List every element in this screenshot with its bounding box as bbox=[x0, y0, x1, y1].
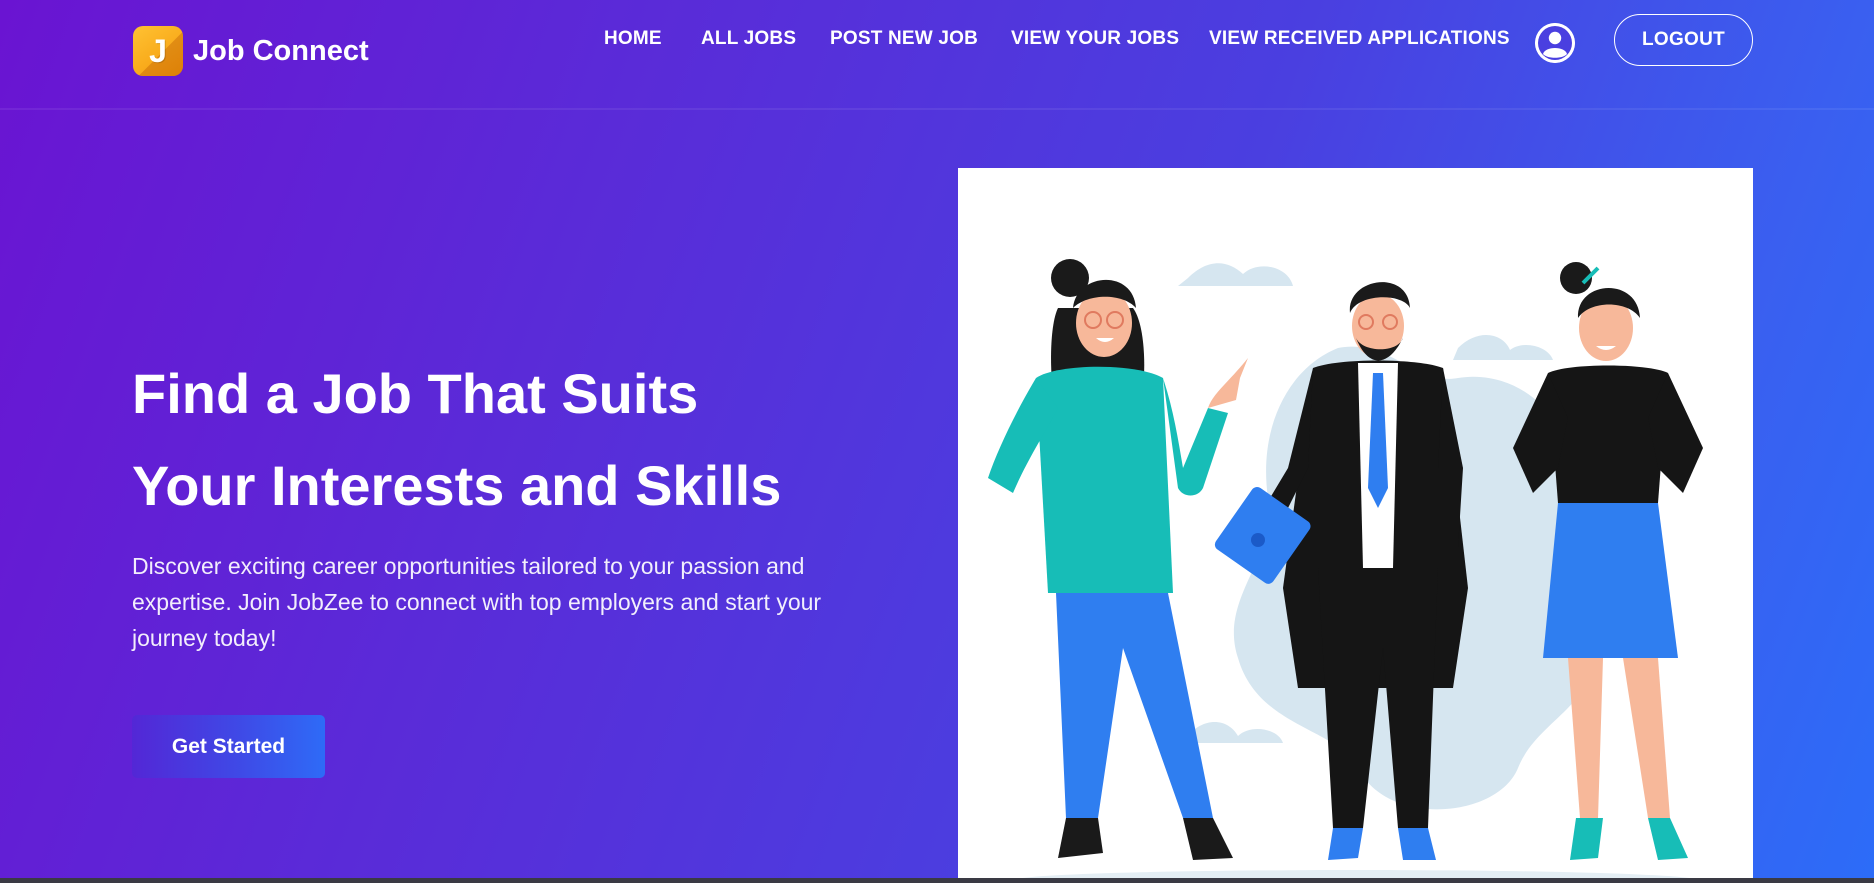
hero-title-line-2: Your Interests and Skills bbox=[132, 454, 782, 517]
nav-all-jobs[interactable]: ALL JOBS bbox=[701, 28, 796, 50]
three-professionals-illustration bbox=[958, 168, 1753, 883]
get-started-button[interactable]: Get Started bbox=[132, 715, 325, 778]
man-black-suit bbox=[1214, 282, 1468, 860]
bottom-divider bbox=[0, 878, 1874, 883]
nav-view-your-jobs[interactable]: VIEW YOUR JOBS bbox=[1011, 28, 1179, 50]
nav-menu: HOME ALL JOBS POST NEW JOB VIEW YOUR JOB… bbox=[0, 28, 1874, 52]
user-circle-icon[interactable] bbox=[1535, 23, 1575, 63]
nav-home[interactable]: HOME bbox=[604, 28, 662, 50]
hero-title: Find a Job That Suits Your Interests and… bbox=[132, 348, 932, 532]
logout-button[interactable]: LOGOUT bbox=[1614, 14, 1753, 66]
nav-view-received-applications[interactable]: VIEW RECEIVED APPLICATIONS bbox=[1209, 28, 1510, 50]
logo-letter: J bbox=[149, 32, 167, 69]
hero-description: Discover exciting career opportunities t… bbox=[132, 553, 822, 651]
woman-teal-shirt bbox=[988, 259, 1248, 860]
nav-post-new-job[interactable]: POST NEW JOB bbox=[830, 28, 978, 50]
top-navbar: J Job Connect HOME ALL JOBS POST NEW JOB… bbox=[0, 0, 1874, 110]
hero-title-line-1: Find a Job That Suits bbox=[132, 362, 699, 425]
